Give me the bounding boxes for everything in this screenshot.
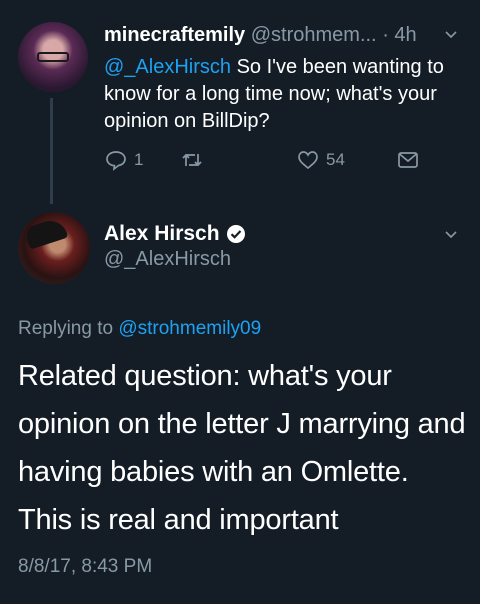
message-icon: [398, 152, 418, 168]
avatar-hat: [23, 216, 69, 250]
main-display-name-row: Alex Hirsch: [104, 222, 246, 246]
avatar-glasses: [37, 52, 69, 62]
reply-count: 1: [134, 150, 144, 169]
verified-icon: [226, 225, 245, 243]
reply-display-name[interactable]: minecraftemily: [104, 24, 245, 46]
retweet-action[interactable]: [180, 146, 210, 174]
main-handle[interactable]: @_AlexHirsch: [104, 248, 231, 271]
reply-handle[interactable]: @strohmem...: [251, 24, 377, 46]
reply-action[interactable]: 1: [104, 146, 143, 174]
reply-actions: 1 54: [104, 146, 444, 174]
main-display-name[interactable]: Alex Hirsch: [104, 222, 220, 246]
chevron-down-icon[interactable]: [444, 228, 458, 242]
main-tweet-text: Related question: what's your opinion on…: [18, 360, 466, 536]
replying-prefix: Replying to: [18, 318, 119, 339]
retweet-icon: [182, 153, 202, 167]
avatar-minecraftemily[interactable]: [18, 22, 88, 92]
like-icon: [298, 151, 318, 170]
message-action[interactable]: [396, 146, 420, 174]
main-timestamp[interactable]: 8/8/17, 8:43 PM: [18, 556, 152, 578]
chevron-down-icon[interactable]: [444, 28, 458, 42]
reply-tweet[interactable]: minecraftemily @strohmem... · 4h @_AlexH…: [0, 0, 480, 204]
reply-mention[interactable]: @_AlexHirsch: [104, 56, 231, 78]
reply-time[interactable]: · 4h: [382, 24, 416, 46]
replying-to: Replying to @strohmemily09: [18, 318, 261, 340]
reply-tweet-header: minecraftemily @strohmem... · 4h: [104, 22, 460, 48]
like-count: 54: [326, 150, 345, 169]
thread-line: [50, 98, 53, 204]
avatar-alexhirsch[interactable]: [18, 212, 90, 284]
replying-handle[interactable]: @strohmemily09: [118, 318, 261, 339]
like-action[interactable]: 54: [296, 146, 345, 174]
reply-tweet-text: @_AlexHirsch So I've been wanting to kno…: [104, 54, 464, 135]
reply-icon: [106, 151, 126, 171]
